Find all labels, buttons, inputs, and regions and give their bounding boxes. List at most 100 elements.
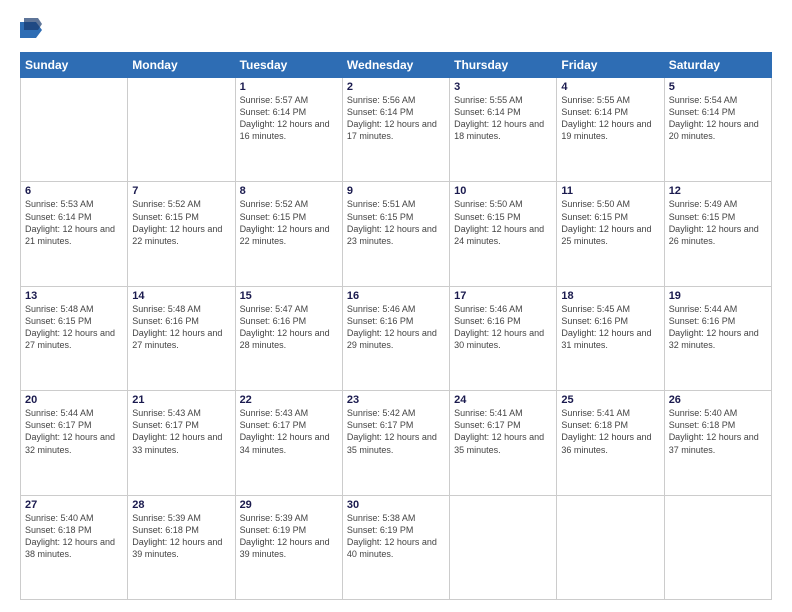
page: SundayMondayTuesdayWednesdayThursdayFrid… <box>0 0 792 612</box>
day-number: 18 <box>561 290 659 302</box>
calendar-cell: 17Sunrise: 5:46 AM Sunset: 6:16 PM Dayli… <box>450 286 557 390</box>
day-number: 29 <box>240 499 338 511</box>
day-info: Sunrise: 5:46 AM Sunset: 6:16 PM Dayligh… <box>347 303 445 352</box>
calendar-table: SundayMondayTuesdayWednesdayThursdayFrid… <box>20 52 772 600</box>
day-number: 3 <box>454 81 552 93</box>
calendar-cell: 13Sunrise: 5:48 AM Sunset: 6:15 PM Dayli… <box>21 286 128 390</box>
day-number: 11 <box>561 185 659 197</box>
day-number: 20 <box>25 394 123 406</box>
day-number: 30 <box>347 499 445 511</box>
day-info: Sunrise: 5:44 AM Sunset: 6:16 PM Dayligh… <box>669 303 767 352</box>
calendar-cell: 28Sunrise: 5:39 AM Sunset: 6:18 PM Dayli… <box>128 495 235 599</box>
day-info: Sunrise: 5:50 AM Sunset: 6:15 PM Dayligh… <box>561 198 659 247</box>
day-number: 27 <box>25 499 123 511</box>
calendar-header-row: SundayMondayTuesdayWednesdayThursdayFrid… <box>21 53 772 78</box>
calendar-cell: 25Sunrise: 5:41 AM Sunset: 6:18 PM Dayli… <box>557 391 664 495</box>
calendar-cell <box>664 495 771 599</box>
day-number: 26 <box>669 394 767 406</box>
calendar-cell: 18Sunrise: 5:45 AM Sunset: 6:16 PM Dayli… <box>557 286 664 390</box>
day-info: Sunrise: 5:39 AM Sunset: 6:18 PM Dayligh… <box>132 512 230 561</box>
day-number: 4 <box>561 81 659 93</box>
day-number: 19 <box>669 290 767 302</box>
day-info: Sunrise: 5:46 AM Sunset: 6:16 PM Dayligh… <box>454 303 552 352</box>
day-number: 24 <box>454 394 552 406</box>
day-info: Sunrise: 5:51 AM Sunset: 6:15 PM Dayligh… <box>347 198 445 247</box>
day-number: 5 <box>669 81 767 93</box>
day-info: Sunrise: 5:48 AM Sunset: 6:16 PM Dayligh… <box>132 303 230 352</box>
day-info: Sunrise: 5:42 AM Sunset: 6:17 PM Dayligh… <box>347 407 445 456</box>
calendar-header-wednesday: Wednesday <box>342 53 449 78</box>
calendar-cell: 7Sunrise: 5:52 AM Sunset: 6:15 PM Daylig… <box>128 182 235 286</box>
day-number: 21 <box>132 394 230 406</box>
calendar-cell: 2Sunrise: 5:56 AM Sunset: 6:14 PM Daylig… <box>342 78 449 182</box>
day-info: Sunrise: 5:47 AM Sunset: 6:16 PM Dayligh… <box>240 303 338 352</box>
day-number: 10 <box>454 185 552 197</box>
day-number: 17 <box>454 290 552 302</box>
calendar-cell: 14Sunrise: 5:48 AM Sunset: 6:16 PM Dayli… <box>128 286 235 390</box>
day-info: Sunrise: 5:43 AM Sunset: 6:17 PM Dayligh… <box>240 407 338 456</box>
calendar-cell: 12Sunrise: 5:49 AM Sunset: 6:15 PM Dayli… <box>664 182 771 286</box>
day-number: 9 <box>347 185 445 197</box>
day-info: Sunrise: 5:53 AM Sunset: 6:14 PM Dayligh… <box>25 198 123 247</box>
calendar-week-4: 20Sunrise: 5:44 AM Sunset: 6:17 PM Dayli… <box>21 391 772 495</box>
day-number: 28 <box>132 499 230 511</box>
calendar-cell: 11Sunrise: 5:50 AM Sunset: 6:15 PM Dayli… <box>557 182 664 286</box>
calendar-cell: 4Sunrise: 5:55 AM Sunset: 6:14 PM Daylig… <box>557 78 664 182</box>
calendar-header-friday: Friday <box>557 53 664 78</box>
calendar-cell: 23Sunrise: 5:42 AM Sunset: 6:17 PM Dayli… <box>342 391 449 495</box>
day-number: 23 <box>347 394 445 406</box>
logo <box>20 18 46 46</box>
header <box>20 18 772 46</box>
day-info: Sunrise: 5:40 AM Sunset: 6:18 PM Dayligh… <box>669 407 767 456</box>
calendar-cell: 21Sunrise: 5:43 AM Sunset: 6:17 PM Dayli… <box>128 391 235 495</box>
day-info: Sunrise: 5:52 AM Sunset: 6:15 PM Dayligh… <box>132 198 230 247</box>
calendar-cell: 30Sunrise: 5:38 AM Sunset: 6:19 PM Dayli… <box>342 495 449 599</box>
day-info: Sunrise: 5:39 AM Sunset: 6:19 PM Dayligh… <box>240 512 338 561</box>
logo-icon <box>20 18 42 46</box>
day-info: Sunrise: 5:52 AM Sunset: 6:15 PM Dayligh… <box>240 198 338 247</box>
day-info: Sunrise: 5:38 AM Sunset: 6:19 PM Dayligh… <box>347 512 445 561</box>
day-number: 6 <box>25 185 123 197</box>
calendar-cell: 1Sunrise: 5:57 AM Sunset: 6:14 PM Daylig… <box>235 78 342 182</box>
day-info: Sunrise: 5:55 AM Sunset: 6:14 PM Dayligh… <box>454 94 552 143</box>
day-number: 2 <box>347 81 445 93</box>
day-info: Sunrise: 5:56 AM Sunset: 6:14 PM Dayligh… <box>347 94 445 143</box>
calendar-header-tuesday: Tuesday <box>235 53 342 78</box>
calendar-cell: 8Sunrise: 5:52 AM Sunset: 6:15 PM Daylig… <box>235 182 342 286</box>
calendar-cell <box>128 78 235 182</box>
day-number: 14 <box>132 290 230 302</box>
day-info: Sunrise: 5:54 AM Sunset: 6:14 PM Dayligh… <box>669 94 767 143</box>
calendar-header-saturday: Saturday <box>664 53 771 78</box>
day-info: Sunrise: 5:45 AM Sunset: 6:16 PM Dayligh… <box>561 303 659 352</box>
calendar-cell <box>450 495 557 599</box>
day-info: Sunrise: 5:40 AM Sunset: 6:18 PM Dayligh… <box>25 512 123 561</box>
calendar-cell: 15Sunrise: 5:47 AM Sunset: 6:16 PM Dayli… <box>235 286 342 390</box>
calendar-cell: 19Sunrise: 5:44 AM Sunset: 6:16 PM Dayli… <box>664 286 771 390</box>
calendar-cell: 3Sunrise: 5:55 AM Sunset: 6:14 PM Daylig… <box>450 78 557 182</box>
day-info: Sunrise: 5:41 AM Sunset: 6:17 PM Dayligh… <box>454 407 552 456</box>
day-number: 13 <box>25 290 123 302</box>
calendar-cell: 5Sunrise: 5:54 AM Sunset: 6:14 PM Daylig… <box>664 78 771 182</box>
day-number: 22 <box>240 394 338 406</box>
calendar-cell: 29Sunrise: 5:39 AM Sunset: 6:19 PM Dayli… <box>235 495 342 599</box>
day-number: 15 <box>240 290 338 302</box>
day-number: 25 <box>561 394 659 406</box>
calendar-cell: 10Sunrise: 5:50 AM Sunset: 6:15 PM Dayli… <box>450 182 557 286</box>
calendar-header-thursday: Thursday <box>450 53 557 78</box>
calendar-header-sunday: Sunday <box>21 53 128 78</box>
day-number: 8 <box>240 185 338 197</box>
calendar-week-2: 6Sunrise: 5:53 AM Sunset: 6:14 PM Daylig… <box>21 182 772 286</box>
day-number: 12 <box>669 185 767 197</box>
day-info: Sunrise: 5:43 AM Sunset: 6:17 PM Dayligh… <box>132 407 230 456</box>
calendar-cell: 9Sunrise: 5:51 AM Sunset: 6:15 PM Daylig… <box>342 182 449 286</box>
calendar-week-3: 13Sunrise: 5:48 AM Sunset: 6:15 PM Dayli… <box>21 286 772 390</box>
calendar-cell <box>21 78 128 182</box>
day-info: Sunrise: 5:49 AM Sunset: 6:15 PM Dayligh… <box>669 198 767 247</box>
day-info: Sunrise: 5:57 AM Sunset: 6:14 PM Dayligh… <box>240 94 338 143</box>
day-number: 1 <box>240 81 338 93</box>
calendar-header-monday: Monday <box>128 53 235 78</box>
calendar-cell: 16Sunrise: 5:46 AM Sunset: 6:16 PM Dayli… <box>342 286 449 390</box>
day-number: 16 <box>347 290 445 302</box>
day-info: Sunrise: 5:44 AM Sunset: 6:17 PM Dayligh… <box>25 407 123 456</box>
day-info: Sunrise: 5:48 AM Sunset: 6:15 PM Dayligh… <box>25 303 123 352</box>
